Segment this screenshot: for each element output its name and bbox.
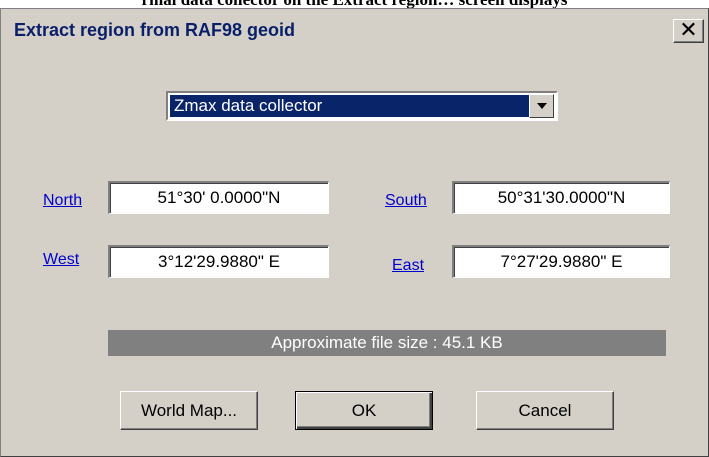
dropdown-arrow-button[interactable] (529, 94, 554, 118)
south-link[interactable]: South (385, 192, 427, 210)
collector-dropdown[interactable]: Zmax data collector (166, 91, 558, 121)
north-link[interactable]: North (43, 192, 82, 210)
chevron-down-icon (536, 103, 547, 109)
west-link[interactable]: West (43, 251, 79, 269)
file-size-status: Approximate file size : 45.1 KB (108, 330, 666, 356)
close-icon: ✕ (679, 18, 698, 43)
extract-region-dialog: Extract region from RAF98 geoid ✕ Zmax d… (0, 8, 709, 457)
close-button[interactable]: ✕ (673, 19, 704, 43)
ok-button[interactable]: OK (295, 391, 433, 430)
east-link[interactable]: East (392, 257, 424, 275)
title-bar: Extract region from RAF98 geoid ✕ (1, 9, 708, 50)
cancel-button[interactable]: Cancel (476, 391, 614, 430)
north-field[interactable]: 51°30' 0.0000"N (108, 181, 329, 214)
collector-selected-value: Zmax data collector (170, 95, 530, 117)
east-field[interactable]: 7°27'29.9880" E (452, 245, 670, 278)
south-field[interactable]: 50°31'30.0000"N (452, 181, 670, 214)
world-map-button[interactable]: World Map... (120, 391, 258, 430)
west-field[interactable]: 3°12'29.9880" E (108, 245, 329, 278)
dialog-title: Extract region from RAF98 geoid (14, 20, 296, 40)
